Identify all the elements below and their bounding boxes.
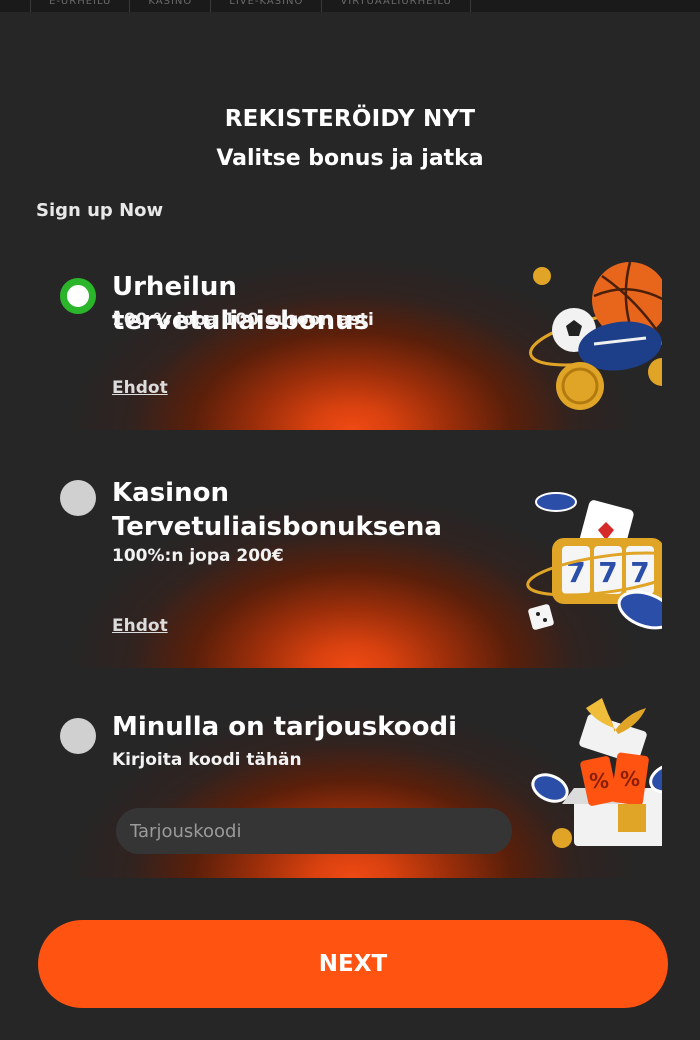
svg-text:%: % [620, 767, 640, 791]
bonus-subtitle: Kirjoita koodi tähän [112, 750, 302, 770]
radio-promo-code[interactable] [60, 718, 96, 754]
terms-link-casino[interactable]: Ehdot [112, 616, 168, 636]
bonus-title: Minulla on tarjouskoodi [112, 712, 458, 742]
page-title: REKISTERÖIDY NYT [224, 106, 476, 132]
signup-label: Sign up Now [36, 200, 164, 221]
bonus-subtitle: 100%:n jopa 200€ [112, 546, 284, 566]
svg-text:%: % [589, 769, 609, 793]
nav-item-casino[interactable]: KASINO [130, 0, 212, 12]
slot-machine-icon: 7 7 7 [526, 492, 662, 630]
next-button[interactable]: NEXT [38, 920, 668, 1008]
terms-link-sports[interactable]: Ehdot [112, 378, 168, 398]
radio-sports-bonus[interactable] [60, 278, 96, 314]
gift-box-icon: % % [531, 698, 662, 848]
svg-text:7: 7 [598, 556, 617, 589]
radio-casino-bonus[interactable] [60, 480, 96, 516]
bonus-option-sports[interactable]: Urheilun tervetuliaisbonus 100 % jopa 10… [42, 240, 662, 430]
nav-item-virtual-sports[interactable]: VIRTUAALIURHEILU [322, 0, 471, 12]
nav-item-live-casino[interactable]: LIVE-KASINO [211, 0, 323, 12]
page-subtitle: Valitse bonus ja jatka [216, 146, 484, 171]
promo-code-input[interactable] [116, 808, 512, 854]
bonus-option-promo-code[interactable]: Minulla on tarjouskoodi Kirjoita koodi t… [42, 688, 662, 878]
top-navigation: E-URHEILU KASINO LIVE-KASINO VIRTUAALIUR… [0, 0, 700, 12]
bonus-title: Kasinon Tervetuliaisbonuksena [112, 478, 442, 542]
sports-balls-icon [529, 261, 662, 410]
bonus-subtitle: 100 % jopa 100 euroon asti [112, 310, 374, 330]
nav-item-esports[interactable]: E-URHEILU [30, 0, 131, 12]
bonus-option-casino[interactable]: Kasinon Tervetuliaisbonuksena 100%:n jop… [42, 478, 662, 668]
